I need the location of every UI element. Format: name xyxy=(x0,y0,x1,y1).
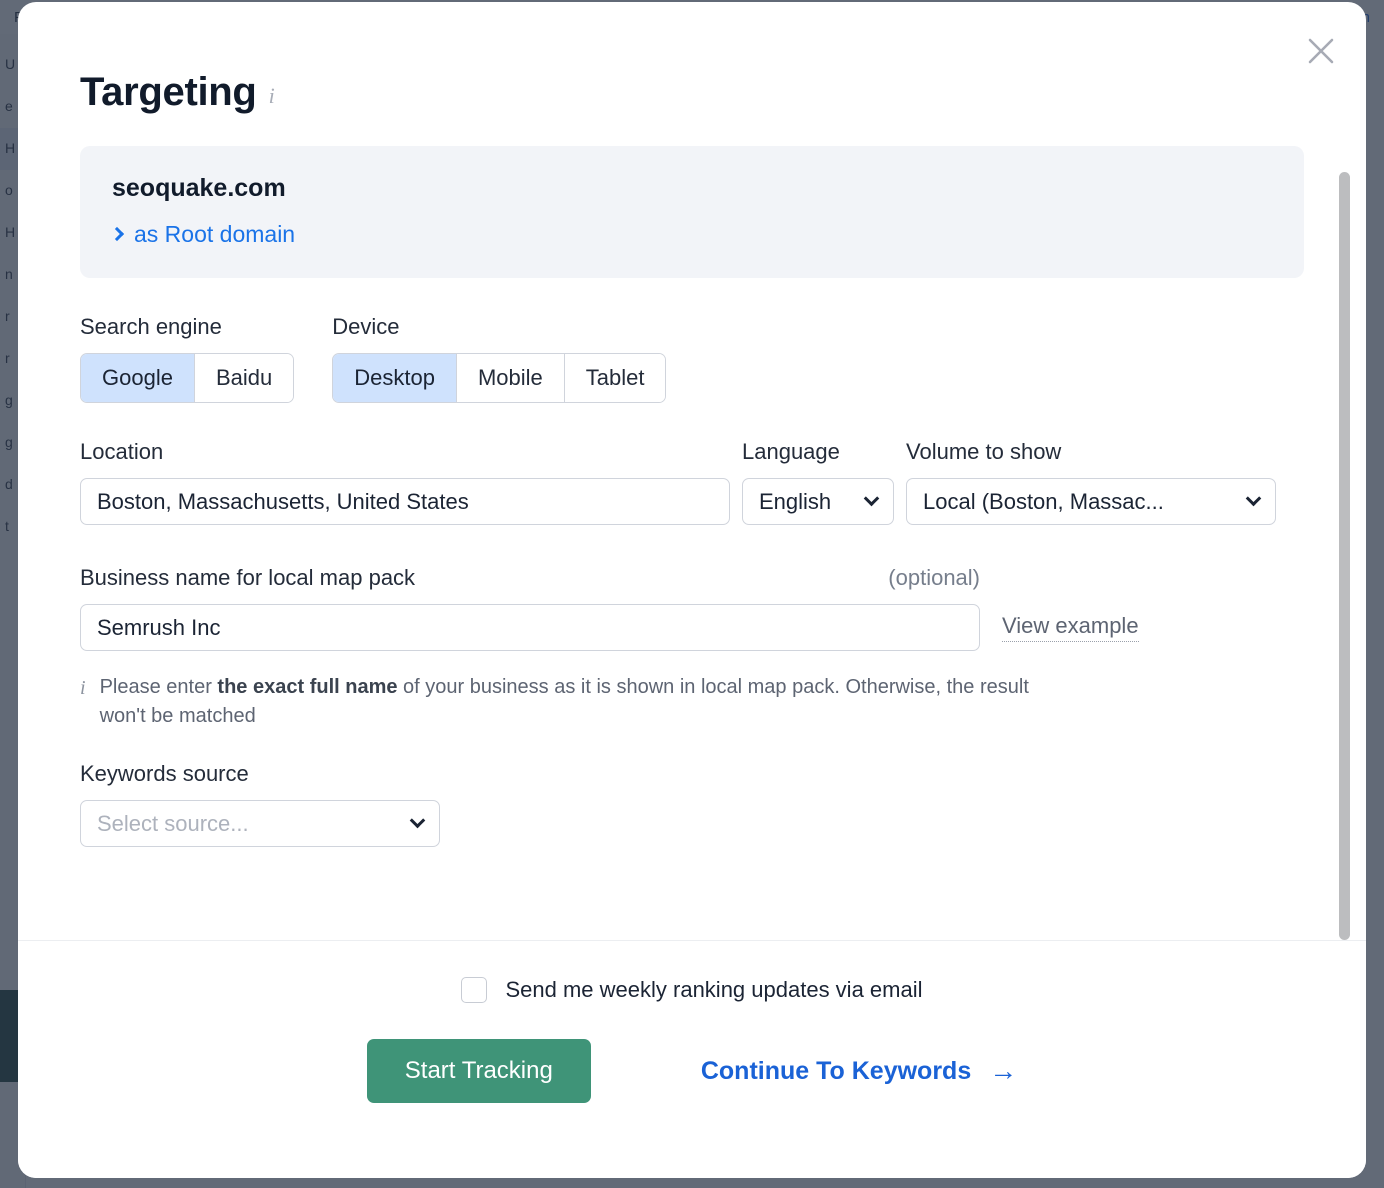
chevron-right-icon xyxy=(109,226,125,242)
device-option-tablet[interactable]: Tablet xyxy=(564,354,666,402)
page-title: Targeting i xyxy=(80,70,1304,115)
page-title-text: Targeting xyxy=(80,70,257,114)
weekly-updates-label: Send me weekly ranking updates via email xyxy=(505,977,923,1002)
language-group: Language English xyxy=(742,439,894,525)
keywords-source-select[interactable]: Select source... xyxy=(80,800,440,847)
keywords-source-group: Keywords source Select source... xyxy=(80,761,1304,847)
targeting-modal: Targeting i seoquake.com as Root domain … xyxy=(18,2,1366,1178)
weekly-updates-checkbox[interactable] xyxy=(461,977,488,1003)
business-name-input[interactable]: Semrush Inc xyxy=(80,604,980,651)
info-icon: i xyxy=(80,677,86,699)
business-name-row: Semrush Inc View example xyxy=(80,604,1304,651)
scrollbar-thumb[interactable] xyxy=(1339,172,1350,940)
search-engine-group: Search engine Google Baidu xyxy=(80,314,295,403)
search-engine-label: Search engine xyxy=(80,314,222,339)
business-name-hint: i Please enter the exact full name of yo… xyxy=(80,673,1040,731)
business-name-label: Business name for local map pack xyxy=(80,565,416,590)
language-label: Language xyxy=(742,439,840,464)
start-tracking-button[interactable]: Start Tracking xyxy=(366,1039,591,1103)
business-name-optional-tag: (optional) xyxy=(888,565,980,590)
domain-scope-label: as Root domain xyxy=(134,221,296,247)
keywords-source-label: Keywords source xyxy=(80,761,249,786)
device-label: Device xyxy=(332,314,400,339)
chevron-down-icon xyxy=(863,490,880,507)
language-select[interactable]: English xyxy=(742,478,894,525)
modal-footer: Send me weekly ranking updates via email… xyxy=(18,940,1366,1178)
business-name-hint-text: Please enter the exact full name of your… xyxy=(100,673,1040,731)
location-label: Location xyxy=(80,439,164,464)
device-toggle: Desktop Mobile Tablet xyxy=(332,353,667,403)
arrow-right-icon: → xyxy=(989,1055,1018,1086)
hint-bold: the exact full name xyxy=(217,676,398,698)
search-engine-toggle: Google Baidu xyxy=(80,353,295,403)
chevron-down-icon xyxy=(409,812,426,829)
hint-prefix: Please enter xyxy=(99,676,218,698)
volume-group: Volume to show Local (Boston, Massac... xyxy=(906,439,1276,525)
chevron-down-icon xyxy=(1245,490,1262,507)
language-value: English xyxy=(759,488,832,514)
search-engine-option-baidu[interactable]: Baidu xyxy=(194,354,294,402)
domain-scope-link[interactable]: as Root domain xyxy=(109,221,296,248)
device-option-mobile[interactable]: Mobile xyxy=(456,354,565,402)
business-name-header: Business name for local map pack (option… xyxy=(80,565,980,591)
modal-scroll-content: Targeting i seoquake.com as Root domain … xyxy=(18,2,1366,940)
modal-scrollbar[interactable] xyxy=(1339,172,1350,940)
info-icon[interactable]: i xyxy=(269,83,275,109)
volume-value: Local (Boston, Massac... xyxy=(923,488,1164,514)
location-input[interactable]: Boston, Massachusetts, United States xyxy=(80,478,730,525)
volume-select[interactable]: Local (Boston, Massac... xyxy=(906,478,1276,525)
location-group: Location Boston, Massachusetts, United S… xyxy=(80,439,730,525)
domain-name: seoquake.com xyxy=(112,174,286,202)
device-option-desktop[interactable]: Desktop xyxy=(333,354,457,402)
device-group: Device Desktop Mobile Tablet xyxy=(332,314,667,403)
modal-actions: Start Tracking Continue To Keywords → xyxy=(366,1039,1017,1103)
weekly-updates-checkbox-row[interactable]: Send me weekly ranking updates via email xyxy=(461,977,923,1003)
keywords-source-placeholder: Select source... xyxy=(97,810,249,836)
continue-to-keywords-label: Continue To Keywords xyxy=(700,1056,972,1085)
continue-to-keywords-link[interactable]: Continue To Keywords → xyxy=(701,1057,1017,1086)
volume-label: Volume to show xyxy=(906,439,1062,464)
location-language-volume-row: Location Boston, Massachusetts, United S… xyxy=(80,439,1304,525)
search-engine-option-google[interactable]: Google xyxy=(81,354,195,402)
domain-card: seoquake.com as Root domain xyxy=(80,146,1304,278)
view-example-link[interactable]: View example xyxy=(1002,613,1139,642)
engine-device-row: Search engine Google Baidu Device Deskto… xyxy=(80,314,1304,403)
